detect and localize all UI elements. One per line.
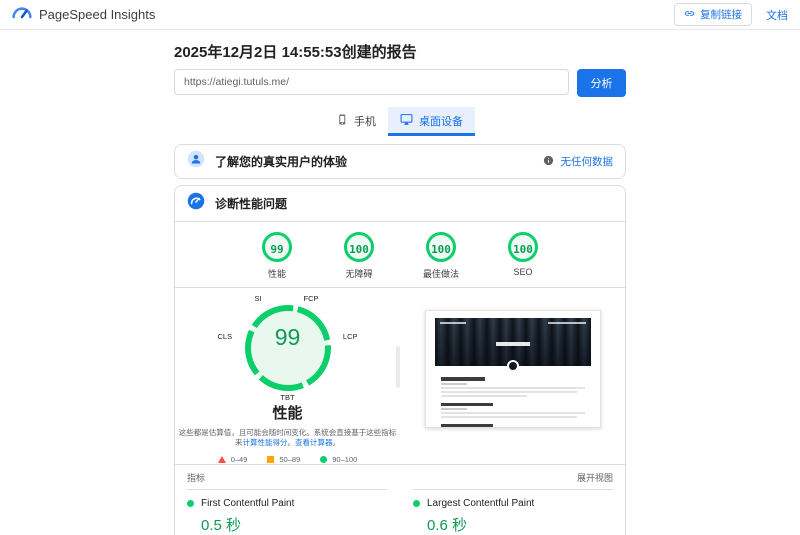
legend-good: 90–100	[320, 455, 357, 464]
field-data-header: 了解您的真实用户的体验	[187, 150, 347, 173]
score-seo[interactable]: 100 SEO	[494, 232, 552, 280]
top-actions: 复制链接 文档	[674, 3, 788, 26]
score-seo-label: SEO	[513, 267, 533, 277]
docs-link[interactable]: 文档	[766, 7, 788, 23]
gauge-desc-sep: 。	[287, 438, 296, 447]
copy-link-button[interactable]: 复制链接	[674, 3, 752, 26]
gauge-category-label: 性能	[272, 405, 303, 422]
brand[interactable]: PageSpeed Insights	[12, 5, 155, 24]
metrics-header-row: 指标 展开视图	[175, 464, 625, 489]
analyze-button[interactable]: 分析	[577, 69, 626, 97]
legend-average: 50–89	[267, 455, 300, 464]
score-best-practices-label: 最佳做法	[422, 269, 459, 279]
url-row: 分析	[174, 69, 626, 97]
gauge-description: 这些都是估算值，且可能会随时间变化。系统会直接基于这些指标来计算性能得分。查看计…	[176, 428, 400, 448]
diagnose-title: 诊断性能问题	[215, 197, 288, 211]
thumbnail-nav	[439, 322, 586, 324]
score-performance-value: 99	[262, 232, 292, 262]
green-dot-icon	[413, 500, 420, 507]
tab-mobile-label: 手机	[354, 116, 376, 128]
calculator-link[interactable]: 查看计算器	[295, 438, 333, 447]
device-tabs: 手机 桌面设备	[174, 107, 626, 136]
score-best-practices[interactable]: 100 最佳做法	[412, 232, 470, 280]
metric-fcp: First Contentful Paint 0.5 秒	[187, 489, 387, 535]
report-title: 2025年12月2日 14:55:53创建的报告	[174, 44, 417, 61]
gauge-label-tbt: TBT	[280, 393, 295, 402]
score-accessibility-label: 无障碍	[345, 269, 373, 279]
user-circle-icon	[187, 150, 205, 173]
metric-lcp-value: 0.6 秒	[427, 517, 468, 534]
gauge-label-fcp: FCP	[303, 294, 319, 303]
main-content: 2025年12月2日 14:55:53创建的报告 分析 手机 桌面设备	[174, 41, 626, 535]
green-circle-icon	[320, 456, 328, 463]
gauge-label-lcp: LCP	[342, 332, 358, 341]
score-best-practices-value: 100	[426, 232, 456, 262]
gauge-and-screenshot: 99 SI FCP CLS LCP TBT 性能 这些都是估算值，且可能会随时间…	[175, 288, 625, 464]
metric-fcp-name: First Contentful Paint	[201, 498, 295, 509]
app-title: PageSpeed Insights	[39, 7, 156, 22]
thumbnail-content	[435, 366, 591, 427]
performance-gauge-column: 99 SI FCP CLS LCP TBT 性能 这些都是估算值，且可能会随时间…	[175, 288, 400, 464]
score-performance-label: 性能	[267, 269, 286, 279]
legend-good-range: 90–100	[332, 455, 358, 464]
diagnose-section: 诊断性能问题 99 性能 100 无障碍 100 最佳做法 100 SEO 99…	[174, 185, 626, 535]
page-screenshot-thumbnail[interactable]	[424, 310, 601, 428]
tab-mobile[interactable]: 手机	[325, 107, 388, 136]
metrics-grid: First Contentful Paint 0.5 秒 Largest Con…	[175, 489, 625, 535]
pagespeed-logo-icon	[12, 5, 32, 24]
gauge-label-cls: CLS	[217, 332, 233, 341]
score-calc-link[interactable]: 计算性能得分	[243, 438, 288, 447]
score-accessibility[interactable]: 100 无障碍	[330, 232, 388, 280]
thumbnail-site-title	[495, 342, 530, 346]
legend-poor: 0–49	[217, 455, 248, 464]
copy-link-label: 复制链接	[700, 9, 742, 21]
metric-lcp: Largest Contentful Paint 0.6 秒	[413, 489, 613, 535]
orange-square-icon	[267, 456, 275, 463]
metric-lcp-name-row: Largest Contentful Paint	[413, 498, 613, 509]
smartphone-icon	[337, 114, 348, 128]
metric-lcp-name: Largest Contentful Paint	[427, 498, 535, 509]
field-data-title: 了解您的真实用户的体验	[215, 155, 348, 169]
no-data-link[interactable]: 无任何数据	[561, 154, 614, 169]
score-accessibility-value: 100	[344, 232, 374, 262]
expand-view-button[interactable]: 展开视图	[577, 471, 613, 484]
top-app-bar: PageSpeed Insights 复制链接 文档	[0, 0, 800, 30]
tab-desktop-label: 桌面设备	[419, 116, 463, 128]
metric-fcp-name-row: First Contentful Paint	[187, 498, 387, 509]
category-scores-row: 99 性能 100 无障碍 100 最佳做法 100 SEO	[175, 222, 625, 288]
gauge-circle-icon	[187, 192, 205, 215]
field-data-section[interactable]: 了解您的真实用户的体验 无任何数据	[174, 144, 626, 179]
performance-gauge: 99 SI FCP CLS LCP TBT	[203, 294, 373, 402]
desktop-icon	[400, 113, 413, 129]
thumbnail-avatar-badge	[506, 360, 519, 372]
link-icon	[684, 8, 695, 22]
legend-average-range: 50–89	[279, 455, 301, 464]
score-legend: 0–49 50–89 90–100	[175, 455, 400, 464]
green-dot-icon	[187, 500, 194, 507]
diagnose-header[interactable]: 诊断性能问题	[175, 186, 625, 222]
field-data-status: 无任何数据	[543, 153, 614, 171]
metrics-title: 指标	[187, 473, 206, 483]
metric-fcp-value: 0.5 秒	[201, 517, 242, 534]
legend-poor-range: 0–49	[230, 455, 248, 464]
thumbnail-hero-image	[434, 318, 591, 372]
score-performance[interactable]: 99 性能	[248, 232, 306, 280]
scrollbar-thumb[interactable]	[396, 346, 400, 388]
info-icon	[543, 153, 554, 171]
screenshot-column	[400, 288, 625, 464]
gauge-label-si: SI	[254, 294, 262, 303]
gauge-desc-end: 。	[332, 438, 341, 447]
tab-desktop[interactable]: 桌面设备	[388, 107, 475, 136]
red-triangle-icon	[217, 456, 226, 463]
score-seo-value: 100	[508, 232, 538, 262]
url-input[interactable]	[174, 69, 569, 95]
